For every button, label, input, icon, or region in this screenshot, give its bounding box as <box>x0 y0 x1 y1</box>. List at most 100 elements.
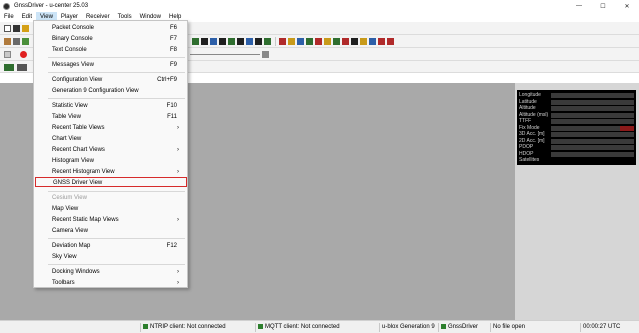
view-icon-3[interactable] <box>210 38 217 45</box>
menu-item-label: Map View <box>52 206 79 212</box>
menu-item-shortcut: F12 <box>166 243 177 249</box>
tool-icon-4[interactable] <box>306 38 313 45</box>
ntrip-icon <box>143 323 148 329</box>
menu-item-binary-console[interactable]: Binary Console F7 <box>34 34 187 44</box>
tool-icon-6[interactable] <box>324 38 331 45</box>
menu-item-map-view[interactable]: Map View <box>34 204 187 214</box>
print-icon[interactable] <box>4 38 11 45</box>
menu-file[interactable]: File <box>0 12 18 22</box>
skip-end-icon[interactable] <box>262 51 269 58</box>
menu-separator <box>48 238 185 239</box>
menu-item-messages-view[interactable]: Messages View F9 <box>34 60 187 70</box>
close-button[interactable]: ✕ <box>615 0 639 12</box>
view-icon-6[interactable] <box>237 38 244 45</box>
chevron-right-icon: › <box>177 125 179 131</box>
tool-icon-13[interactable] <box>387 38 394 45</box>
info-label: 2D Acc. [m] <box>519 137 545 144</box>
menu-item-label: Cesium View <box>52 195 87 201</box>
menu-item-label: Recent Chart Views <box>52 147 105 153</box>
record-icon[interactable] <box>20 51 27 58</box>
view-icon-2[interactable] <box>201 38 208 45</box>
paste-icon[interactable] <box>22 38 29 45</box>
view-icon-8[interactable] <box>255 38 262 45</box>
menu-item-label: Sky View <box>52 254 77 260</box>
menu-item-recent-histogram-view[interactable]: Recent Histogram View › <box>34 167 187 177</box>
menu-item-camera-view[interactable]: Camera View <box>34 226 187 236</box>
tool-icon-5[interactable] <box>315 38 322 45</box>
menu-item-statistic-view[interactable]: Statistic View F10 <box>34 101 187 111</box>
maximize-button[interactable]: ☐ <box>591 0 615 12</box>
menu-item-text-console[interactable]: Text Console F8 <box>34 45 187 55</box>
info-value <box>551 151 634 157</box>
menu-item-cesium-view: Cesium View <box>34 193 187 203</box>
info-value <box>551 99 634 105</box>
window-controls: — ☐ ✕ <box>567 0 639 12</box>
title-bar: GnssDriver - u-center 25.03 — ☐ ✕ <box>0 0 639 12</box>
info-row-altitude-msl: Altitude (msl) <box>519 112 634 118</box>
open-folder-icon[interactable] <box>22 25 29 32</box>
info-value <box>551 119 634 124</box>
tool-icon-1[interactable] <box>279 38 286 45</box>
view-icon-9[interactable] <box>264 38 271 45</box>
tool-icon-11[interactable] <box>369 38 376 45</box>
tool-icon-12[interactable] <box>378 38 385 45</box>
menu-item-packet-console[interactable]: Packet Console F6 <box>34 23 187 33</box>
menu-item-deviation-map[interactable]: Deviation Map F12 <box>34 241 187 251</box>
menu-item-shortcut: F9 <box>169 62 177 68</box>
new-file-icon[interactable] <box>4 25 11 32</box>
view-icon-5[interactable] <box>228 38 235 45</box>
baudrate-icon[interactable] <box>17 64 27 71</box>
save-icon[interactable] <box>13 25 20 32</box>
driver-icon <box>441 323 446 329</box>
info-row-hdop: HDOP <box>519 151 634 157</box>
minimize-button[interactable]: — <box>567 0 591 12</box>
menu-item-recent-chart-views[interactable]: Recent Chart Views › <box>34 145 187 155</box>
connection-arrow-icon[interactable] <box>4 64 14 71</box>
info-row-2d-acc: 2D Acc. [m] <box>519 138 634 144</box>
tool-icon-8[interactable] <box>342 38 349 45</box>
menu-item-toolbars[interactable]: Toolbars › <box>34 278 187 288</box>
menu-item-label: Chart View <box>52 136 82 142</box>
menu-item-chart-view[interactable]: Chart View <box>34 134 187 144</box>
player-slider[interactable] <box>190 54 260 55</box>
mqtt-icon <box>258 323 263 329</box>
status-ntrip-text: NTRIP client: Not connected <box>150 324 226 330</box>
tool-icon-2[interactable] <box>288 38 295 45</box>
menu-item-sky-view[interactable]: Sky View <box>34 252 187 262</box>
info-value <box>551 145 634 150</box>
menu-item-label: Generation 9 Configuration View <box>52 88 139 94</box>
menu-item-label: GNSS Driver View <box>53 180 103 186</box>
chevron-right-icon: › <box>177 169 179 175</box>
eject-icon[interactable] <box>4 51 11 58</box>
menu-item-gnss-driver-view[interactable]: GNSS Driver View <box>35 177 187 187</box>
info-label: 3D Acc. [m] <box>519 131 545 137</box>
menu-item-configuration-view[interactable]: Configuration View Ctrl+F9 <box>34 75 187 85</box>
view-icon-7[interactable] <box>246 38 253 45</box>
tool-icon-10[interactable] <box>360 38 367 45</box>
menu-item-shortcut: Ctrl+F9 <box>157 77 177 83</box>
tool-icon-3[interactable] <box>297 38 304 45</box>
menu-item-shortcut: F6 <box>169 25 177 31</box>
info-row-fix-mode: Fix Mode <box>519 125 634 131</box>
menu-item-docking-windows[interactable]: Docking Windows › <box>34 267 187 277</box>
menu-item-label: Recent Histogram View <box>52 169 115 175</box>
menu-item-label: Camera View <box>52 228 88 234</box>
view-icon-1[interactable] <box>192 38 199 45</box>
copy-icon[interactable] <box>13 38 20 45</box>
menu-item-table-view[interactable]: Table View F11 <box>34 112 187 122</box>
menu-item-gen9-configuration-view[interactable]: Generation 9 Configuration View <box>34 86 187 96</box>
info-label: PDOP <box>519 144 534 150</box>
view-icon-4[interactable] <box>219 38 226 45</box>
tool-icon-9[interactable] <box>351 38 358 45</box>
status-generation: u-blox Generation 9 <box>379 323 435 332</box>
menu-item-recent-table-views[interactable]: Recent Table Views › <box>34 123 187 133</box>
info-label: Fix Mode <box>519 124 540 131</box>
menu-item-recent-static-map-views[interactable]: Recent Static Map Views › <box>34 215 187 225</box>
menu-item-label: Toolbars <box>52 280 75 286</box>
menu-item-shortcut: F11 <box>167 114 177 120</box>
menu-item-label: Packet Console <box>52 25 95 31</box>
menu-item-histogram-view[interactable]: Histogram View <box>34 156 187 166</box>
menu-item-label: Configuration View <box>52 77 103 83</box>
view-menu-dropdown: Packet Console F6 Binary Console F7 Text… <box>33 20 188 288</box>
tool-icon-7[interactable] <box>333 38 340 45</box>
